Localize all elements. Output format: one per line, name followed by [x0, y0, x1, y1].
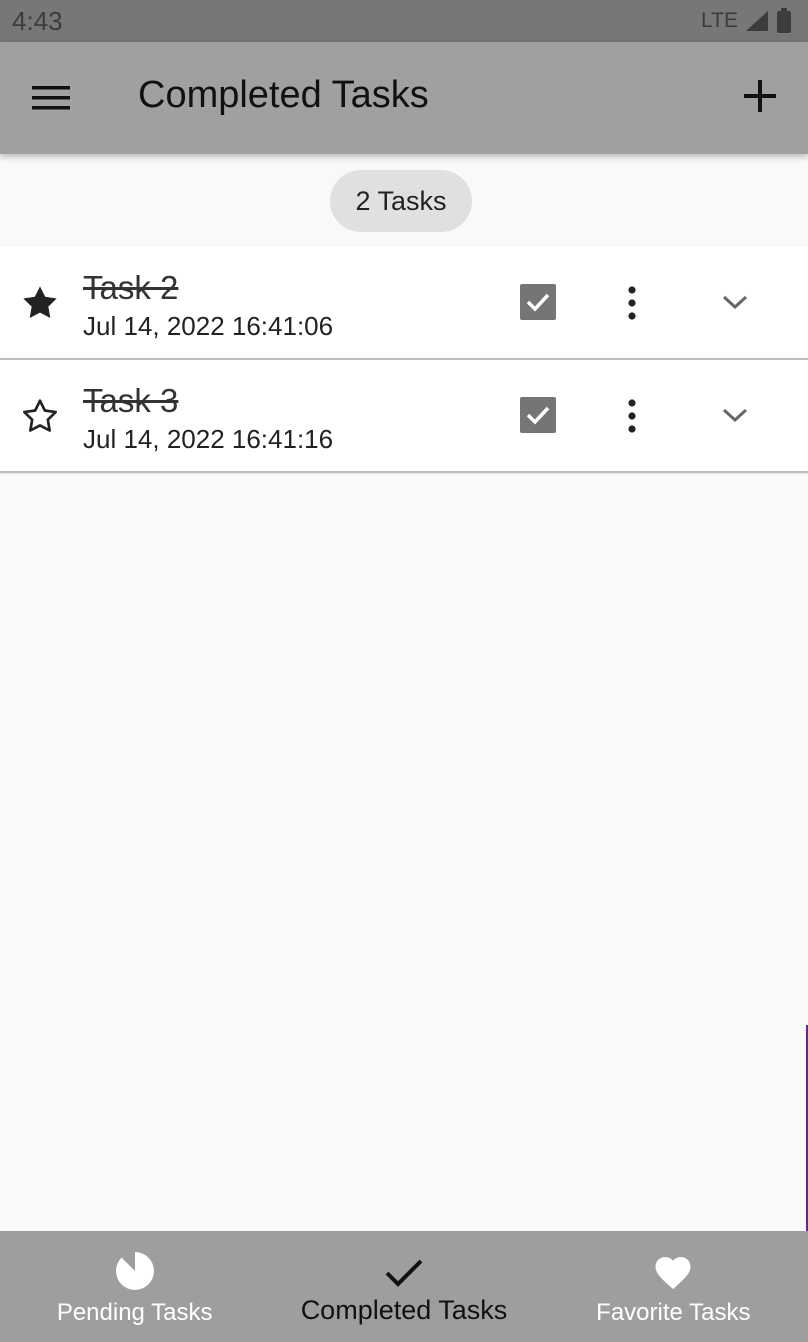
task-title: Task 3 — [83, 382, 179, 419]
expand-button[interactable] — [720, 291, 750, 313]
app-bar: Completed Tasks — [0, 42, 808, 154]
star-outline-icon — [23, 399, 57, 432]
task-complete-checkbox[interactable] — [520, 397, 556, 433]
menu-icon — [32, 86, 70, 110]
pie-icon — [115, 1252, 154, 1290]
heart-icon — [655, 1257, 691, 1290]
chevron-down-icon — [722, 295, 748, 310]
more-options-button[interactable] — [618, 285, 646, 321]
nav-pending-tasks[interactable]: Pending Tasks — [0, 1231, 269, 1342]
network-type: LTE — [701, 9, 738, 32]
add-task-button[interactable] — [740, 76, 780, 116]
more-vert-icon — [628, 399, 636, 433]
bottom-nav: Pending Tasks Completed Tasks Favorite T… — [0, 1231, 808, 1342]
nav-label: Pending Tasks — [56, 1299, 213, 1326]
task-date: Jul 14, 2022 16:41:06 — [83, 311, 334, 341]
task-title: Task 2 — [83, 269, 179, 306]
favorite-toggle[interactable] — [20, 396, 60, 436]
task-date: Jul 14, 2022 16:41:16 — [83, 424, 334, 454]
task-count-chip: 2 Tasks — [330, 170, 472, 232]
checkbox-checked-icon — [520, 397, 556, 433]
menu-button[interactable] — [28, 80, 74, 116]
page-title: Completed Tasks — [138, 74, 429, 116]
task-row[interactable]: Task 2 Jul 14, 2022 16:41:06 — [0, 247, 808, 360]
star-filled-icon — [23, 286, 57, 319]
battery-icon — [777, 8, 791, 33]
signal-icon — [746, 11, 768, 31]
nav-favorite-tasks[interactable]: Favorite Tasks — [539, 1231, 808, 1342]
add-icon — [744, 80, 776, 112]
more-vert-icon — [628, 286, 636, 320]
task-list: Task 2 Jul 14, 2022 16:41:06 Task 3 Jul … — [0, 247, 808, 473]
nav-completed-tasks[interactable]: Completed Tasks — [269, 1231, 538, 1342]
expand-button[interactable] — [720, 404, 750, 426]
status-time: 4:43 — [12, 6, 63, 36]
status-bar: 4:43 LTE — [0, 0, 808, 42]
task-complete-checkbox[interactable] — [520, 284, 556, 320]
favorite-toggle[interactable] — [20, 283, 60, 323]
status-indicators: LTE — [701, 6, 792, 36]
more-options-button[interactable] — [618, 398, 646, 434]
chevron-down-icon — [722, 408, 748, 423]
nav-label: Completed Tasks — [300, 1295, 508, 1325]
nav-label: Favorite Tasks — [596, 1299, 751, 1326]
check-icon — [385, 1259, 423, 1287]
checkbox-checked-icon — [520, 284, 556, 320]
task-row[interactable]: Task 3 Jul 14, 2022 16:41:16 — [0, 360, 808, 473]
